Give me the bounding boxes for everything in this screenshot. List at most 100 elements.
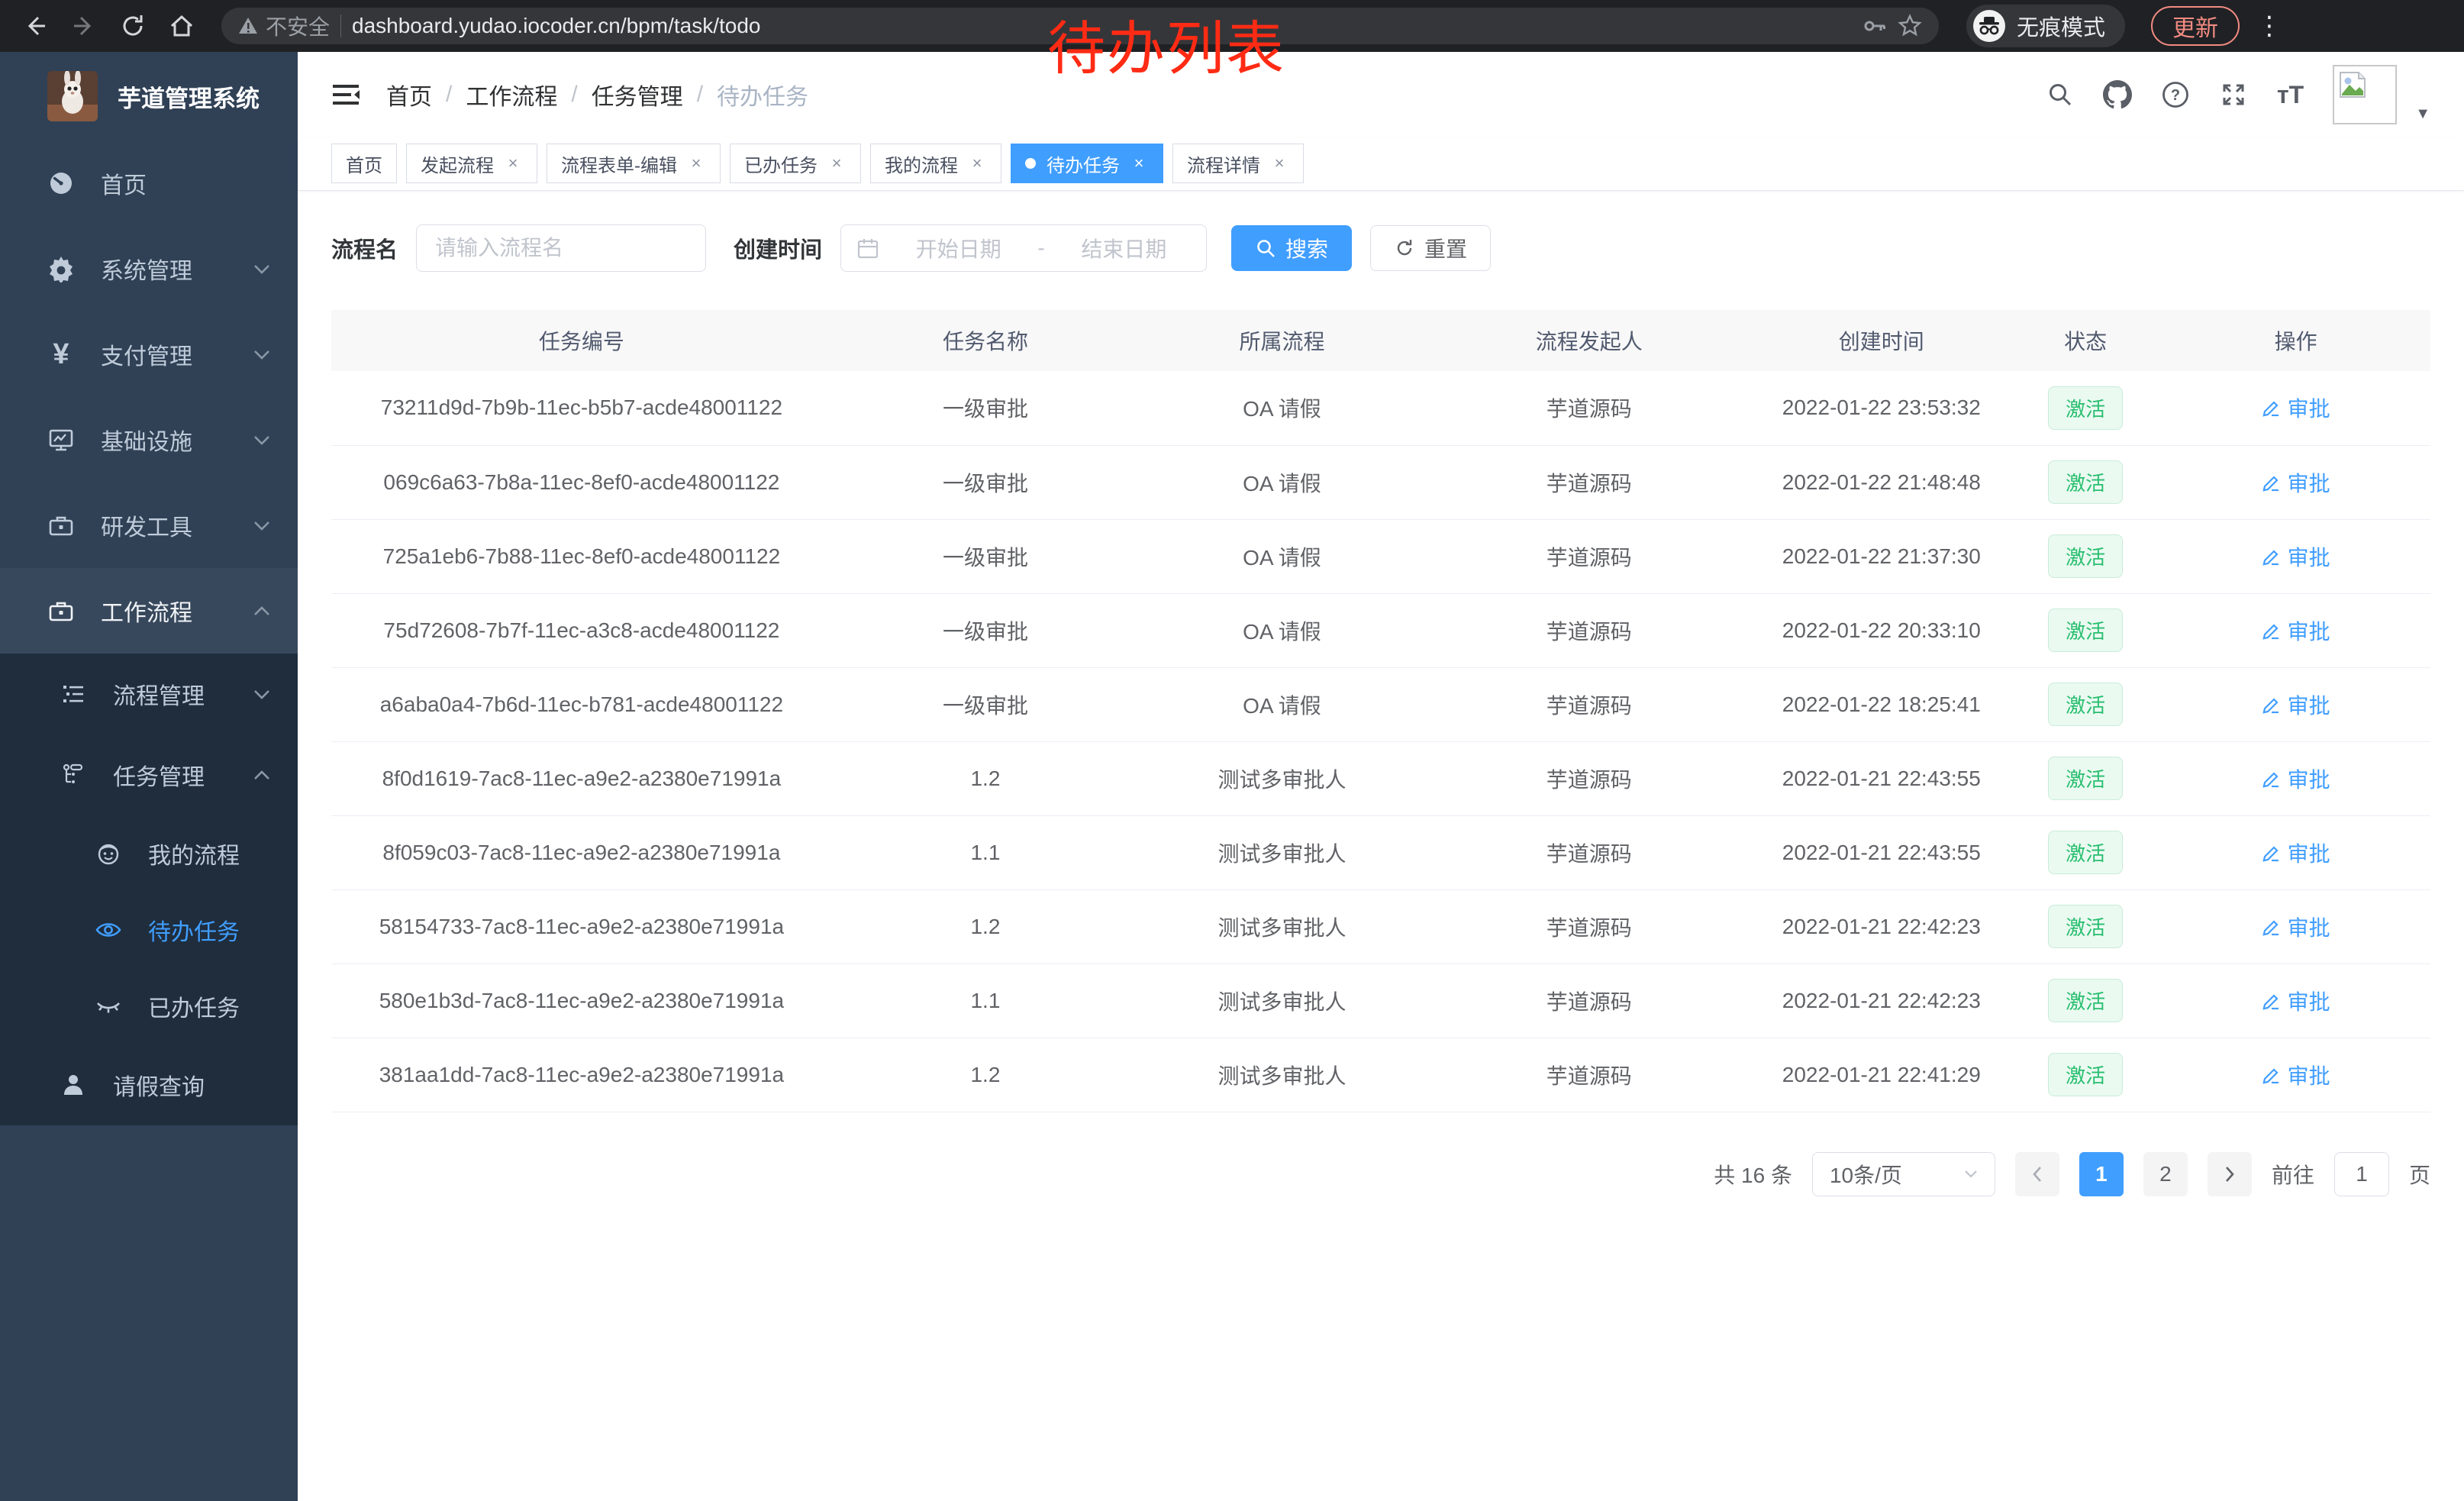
approve-button[interactable]: 审批 [2262, 838, 2330, 868]
prev-page-button[interactable] [2015, 1152, 2059, 1196]
cell-process: OA 请假 [1139, 445, 1425, 519]
search-icon[interactable] [2046, 81, 2074, 108]
app-logo-row[interactable]: 芋道管理系统 [0, 52, 298, 140]
sidebar-item-system[interactable]: 系统管理 [0, 226, 298, 311]
sidebar-item-infra[interactable]: 基础设施 [0, 397, 298, 483]
pencil-icon [2262, 769, 2282, 789]
next-page-button[interactable] [2208, 1152, 2252, 1196]
filter-bar: 流程名 创建时间 开始日期 - 结束日期 搜索 重置 [331, 224, 2430, 272]
cell-task-id: 725a1eb6-7b88-11ec-8ef0-acde48001122 [331, 519, 832, 593]
sidebar-item-done-tasks[interactable]: 已办任务 [0, 968, 298, 1044]
browser-home-icon[interactable] [160, 5, 203, 47]
cell-created: 2022-01-22 21:48:48 [1753, 445, 2010, 519]
sidebar-item-todo-tasks[interactable]: 待办任务 [0, 892, 298, 968]
approve-button[interactable]: 审批 [2262, 467, 2330, 498]
tags-view: 首页 发起流程× 流程表单-编辑× 已办任务× 我的流程× 待办任务× 流程详情… [298, 137, 2464, 191]
cell-task-id: 069c6a63-7b8a-11ec-8ef0-acde48001122 [331, 445, 832, 519]
tab-home[interactable]: 首页 [331, 144, 397, 183]
browser-reload-icon[interactable] [111, 5, 154, 47]
date-range-picker[interactable]: 开始日期 - 结束日期 [840, 224, 1207, 272]
cell-created: 2022-01-22 23:53:32 [1753, 371, 2010, 445]
tab-my-process[interactable]: 我的流程× [870, 144, 1001, 183]
search-button[interactable]: 搜索 [1231, 225, 1352, 271]
approve-button[interactable]: 审批 [2262, 986, 2330, 1016]
tab-start-process[interactable]: 发起流程× [406, 144, 537, 183]
pencil-icon [2262, 1065, 2282, 1085]
close-icon[interactable]: × [686, 153, 706, 173]
cell-task-name: 一级审批 [832, 445, 1139, 519]
table-row: a6aba0a4-7b6d-11ec-b781-acde48001122 一级审… [331, 667, 2430, 741]
browser-forward-icon[interactable] [63, 5, 105, 47]
approve-button[interactable]: 审批 [2262, 689, 2330, 720]
browser-back-icon[interactable] [14, 5, 56, 47]
sidebar-item-my-process[interactable]: 我的流程 [0, 815, 298, 892]
cell-created: 2022-01-22 21:37:30 [1753, 519, 2010, 593]
approve-button[interactable]: 审批 [2262, 763, 2330, 794]
sidebar-item-home[interactable]: 首页 [0, 140, 298, 226]
column-header-status: 状态 [2010, 310, 2161, 371]
page-size-select[interactable]: 10条/页 [1812, 1152, 1995, 1196]
status-badge: 激活 [2048, 905, 2123, 948]
breadcrumb-task-mgmt[interactable]: 任务管理 [592, 78, 683, 111]
table-row: 58154733-7ac8-11ec-a9e2-a2380e71991a 1.2… [331, 889, 2430, 964]
user-icon [58, 1072, 89, 1098]
reset-button[interactable]: 重置 [1370, 225, 1491, 271]
tab-form-edit[interactable]: 流程表单-编辑× [547, 144, 721, 183]
avatar-caret-icon[interactable]: ▼ [2415, 105, 2430, 123]
svg-text:?: ? [2171, 87, 2180, 104]
status-badge: 激活 [2048, 757, 2123, 800]
approve-button[interactable]: 审批 [2262, 912, 2330, 942]
cell-process: 测试多审批人 [1139, 964, 1425, 1038]
browser-update-button[interactable]: 更新 [2151, 6, 2240, 46]
process-name-label: 流程名 [331, 232, 398, 264]
sidebar-item-task-mgmt[interactable]: 任务管理 [0, 734, 298, 815]
sidebar-toggle-icon[interactable] [331, 82, 360, 107]
security-warning[interactable]: 不安全 [238, 11, 330, 41]
pencil-icon [2262, 843, 2282, 863]
font-size-icon[interactable]: ᴛT [2277, 81, 2304, 109]
sidebar-item-leave-query[interactable]: 请假查询 [0, 1044, 298, 1125]
breadcrumb-home[interactable]: 首页 [386, 78, 432, 111]
close-icon[interactable]: × [503, 153, 523, 173]
chevron-down-icon [253, 689, 270, 699]
cell-task-id: 75d72608-7b7f-11ec-a3c8-acde48001122 [331, 593, 832, 667]
tab-process-detail[interactable]: 流程详情× [1172, 144, 1304, 183]
key-icon[interactable] [1863, 14, 1887, 38]
close-icon[interactable]: × [967, 153, 987, 173]
security-label: 不安全 [266, 11, 330, 41]
sidebar-item-process-mgmt[interactable]: 流程管理 [0, 654, 298, 734]
avatar[interactable] [2333, 65, 2397, 124]
github-icon[interactable] [2103, 80, 2132, 109]
tab-todo-tasks[interactable]: 待办任务× [1011, 144, 1163, 183]
fullscreen-icon[interactable] [2219, 80, 2248, 109]
dashboard-icon [46, 169, 76, 197]
sidebar-item-workflow[interactable]: 工作流程 [0, 568, 298, 654]
table-row: 580e1b3d-7ac8-11ec-a9e2-a2380e71991a 1.1… [331, 964, 2430, 1038]
page-button-2[interactable]: 2 [2143, 1152, 2188, 1196]
cell-task-name: 1.2 [832, 1038, 1139, 1112]
breadcrumb-workflow[interactable]: 工作流程 [466, 78, 557, 111]
browser-menu-icon[interactable]: ⋮ [2256, 11, 2282, 41]
sidebar-item-payment[interactable]: ¥ 支付管理 [0, 311, 298, 397]
approve-button[interactable]: 审批 [2262, 1060, 2330, 1090]
process-name-input[interactable] [416, 224, 706, 272]
bookmark-star-icon[interactable] [1898, 14, 1922, 38]
approve-button[interactable]: 审批 [2262, 541, 2330, 572]
cell-starter: 芋道源码 [1425, 1038, 1753, 1112]
goto-page-input[interactable] [2334, 1152, 2389, 1196]
table-row: 8f059c03-7ac8-11ec-a9e2-a2380e71991a 1.1… [331, 815, 2430, 889]
sidebar-item-devtools[interactable]: 研发工具 [0, 483, 298, 568]
help-icon[interactable]: ? [2161, 80, 2190, 109]
close-icon[interactable]: × [1269, 153, 1289, 173]
close-icon[interactable]: × [1129, 153, 1149, 173]
approve-button[interactable]: 审批 [2262, 392, 2330, 423]
cell-process: OA 请假 [1139, 519, 1425, 593]
tab-done-tasks[interactable]: 已办任务× [730, 144, 861, 183]
approve-button[interactable]: 审批 [2262, 615, 2330, 646]
end-date-placeholder: 结束日期 [1057, 233, 1191, 263]
incognito-badge: 无痕模式 [1966, 5, 2125, 47]
page-button-1[interactable]: 1 [2079, 1152, 2124, 1196]
close-icon[interactable]: × [827, 153, 847, 173]
cell-task-id: 381aa1dd-7ac8-11ec-a9e2-a2380e71991a [331, 1038, 832, 1112]
chevron-down-icon [253, 264, 270, 274]
